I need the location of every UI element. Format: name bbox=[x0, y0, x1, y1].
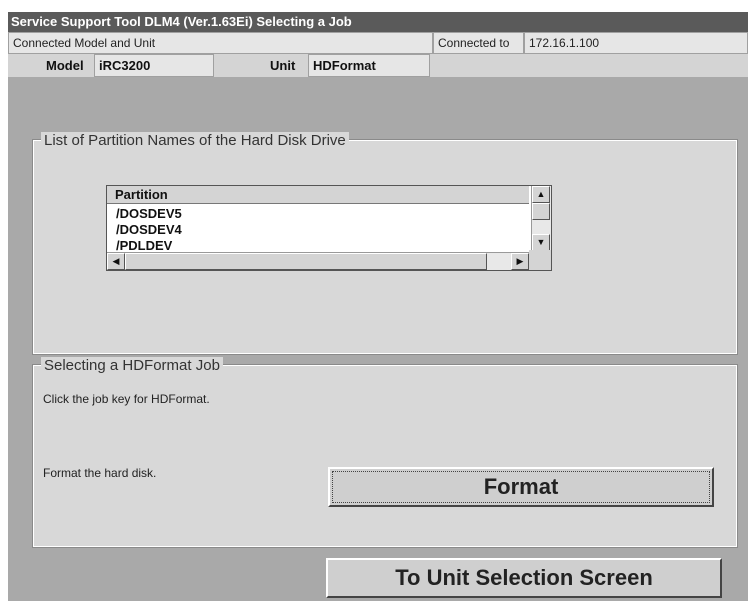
vertical-scroll-thumb[interactable] bbox=[532, 203, 550, 220]
scrollbar-corner bbox=[529, 250, 551, 270]
partition-group: List of Partition Names of the Hard Disk… bbox=[32, 132, 738, 355]
job-instruction: Click the job key for HDFormat. bbox=[43, 392, 210, 406]
format-description: Format the hard disk. bbox=[43, 466, 157, 480]
ip-address: 172.16.1.100 bbox=[524, 32, 748, 54]
model-unit-row: Model iRC3200 Unit HDFormat bbox=[8, 54, 748, 77]
scroll-down-icon[interactable]: ▼ bbox=[532, 234, 550, 251]
scroll-left-icon[interactable]: ◀ bbox=[107, 253, 125, 270]
horizontal-scrollbar[interactable]: ◀ ▶ bbox=[107, 252, 531, 270]
model-label: Model bbox=[46, 58, 84, 73]
vertical-scrollbar[interactable]: ▲ ▼ bbox=[531, 186, 551, 252]
main-content: List of Partition Names of the Hard Disk… bbox=[8, 77, 748, 601]
model-value: iRC3200 bbox=[94, 54, 214, 77]
unit-value: HDFormat bbox=[308, 54, 430, 77]
partition-group-title: List of Partition Names of the Hard Disk… bbox=[41, 132, 349, 150]
list-item[interactable]: /DOSDEV4 bbox=[116, 222, 182, 238]
unit-label: Unit bbox=[270, 58, 296, 73]
scroll-right-icon[interactable]: ▶ bbox=[511, 253, 529, 270]
list-item[interactable]: /DOSDEV5 bbox=[116, 206, 182, 222]
connection-header-row: Connected Model and Unit Connected to 17… bbox=[8, 32, 748, 54]
horizontal-scroll-thumb[interactable] bbox=[125, 253, 487, 270]
scroll-up-icon[interactable]: ▲ bbox=[532, 186, 550, 203]
job-group-title: Selecting a HDFormat Job bbox=[41, 357, 223, 375]
job-group: Selecting a HDFormat Job Click the job k… bbox=[32, 357, 738, 548]
partition-listbox[interactable]: Partition /DOSDEV5 /DOSDEV4 /PDLDEV ▲ ▼ … bbox=[106, 185, 552, 271]
window-title: Service Support Tool DLM4 (Ver.1.63Ei) S… bbox=[8, 12, 748, 32]
format-button[interactable]: Format bbox=[328, 467, 714, 507]
connected-model-label: Connected Model and Unit bbox=[8, 32, 433, 54]
connected-to-label: Connected to bbox=[433, 32, 524, 54]
to-unit-selection-button[interactable]: To Unit Selection Screen bbox=[326, 558, 722, 598]
app-window: Service Support Tool DLM4 (Ver.1.63Ei) S… bbox=[8, 12, 748, 601]
partition-column-header[interactable]: Partition bbox=[107, 186, 529, 204]
